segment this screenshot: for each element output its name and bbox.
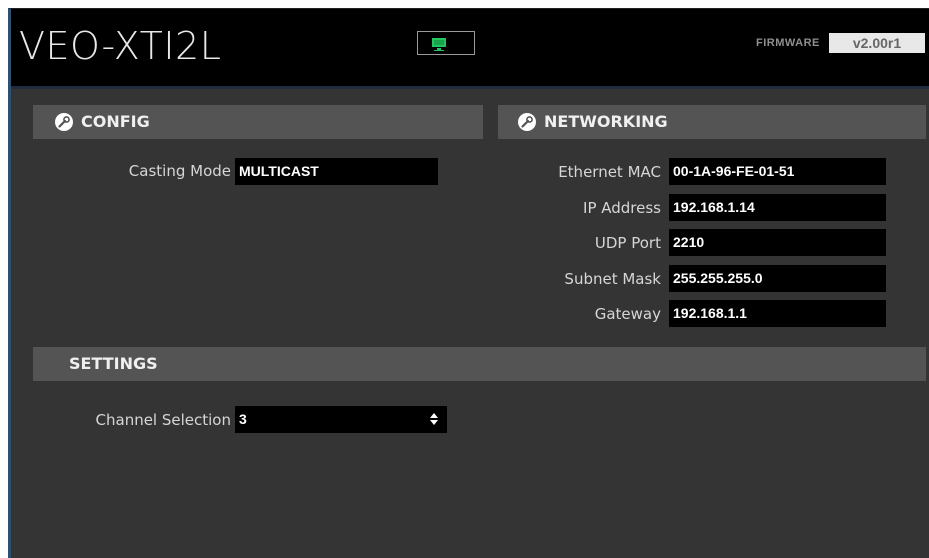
ip-address-label: IP Address xyxy=(583,199,661,217)
select-arrows-icon xyxy=(430,413,438,425)
ethernet-mac-label: Ethernet MAC xyxy=(558,163,661,181)
subnet-mask-field[interactable]: 255.255.255.0 xyxy=(669,265,886,292)
config-heading: CONFIG xyxy=(81,112,150,131)
channel-selection-label: Channel Selection xyxy=(95,411,231,429)
udp-port-label: UDP Port xyxy=(594,234,661,252)
channel-selection-value: 3 xyxy=(239,411,247,427)
subnet-mask-label: Subnet Mask xyxy=(564,270,661,288)
gateway-label: Gateway xyxy=(594,305,661,323)
wrench-icon xyxy=(55,113,73,131)
device-title: VEO-XTI2L xyxy=(19,24,222,68)
casting-mode-field[interactable]: MULTICAST xyxy=(235,158,438,185)
ethernet-mac-field[interactable]: 00-1A-96-FE-01-51 xyxy=(669,158,886,185)
header-bar: VEO-XTI2L FIRMWARE v2.00r1 xyxy=(11,9,929,89)
udp-port-field[interactable]: 2210 xyxy=(669,229,886,256)
ip-address-field[interactable]: 192.168.1.14 xyxy=(669,194,886,221)
monitor-icon xyxy=(432,38,446,51)
casting-mode-label: Casting Mode xyxy=(128,162,231,180)
firmware-version: v2.00r1 xyxy=(829,33,925,53)
firmware-label: FIRMWARE xyxy=(756,37,820,49)
networking-heading: NETWORKING xyxy=(544,112,668,131)
wrench-icon xyxy=(518,113,536,131)
device-panel: VEO-XTI2L FIRMWARE v2.00r1 CONFIG Castin… xyxy=(8,8,929,558)
networking-section-header: NETWORKING xyxy=(498,105,926,139)
config-section-header: CONFIG xyxy=(33,105,483,139)
gateway-field[interactable]: 192.168.1.1 xyxy=(669,300,886,327)
channel-selection-dropdown[interactable]: 3 xyxy=(235,406,447,433)
settings-section-header: SETTINGS xyxy=(33,347,926,381)
status-indicator[interactable] xyxy=(417,31,475,55)
settings-heading: SETTINGS xyxy=(69,354,158,373)
